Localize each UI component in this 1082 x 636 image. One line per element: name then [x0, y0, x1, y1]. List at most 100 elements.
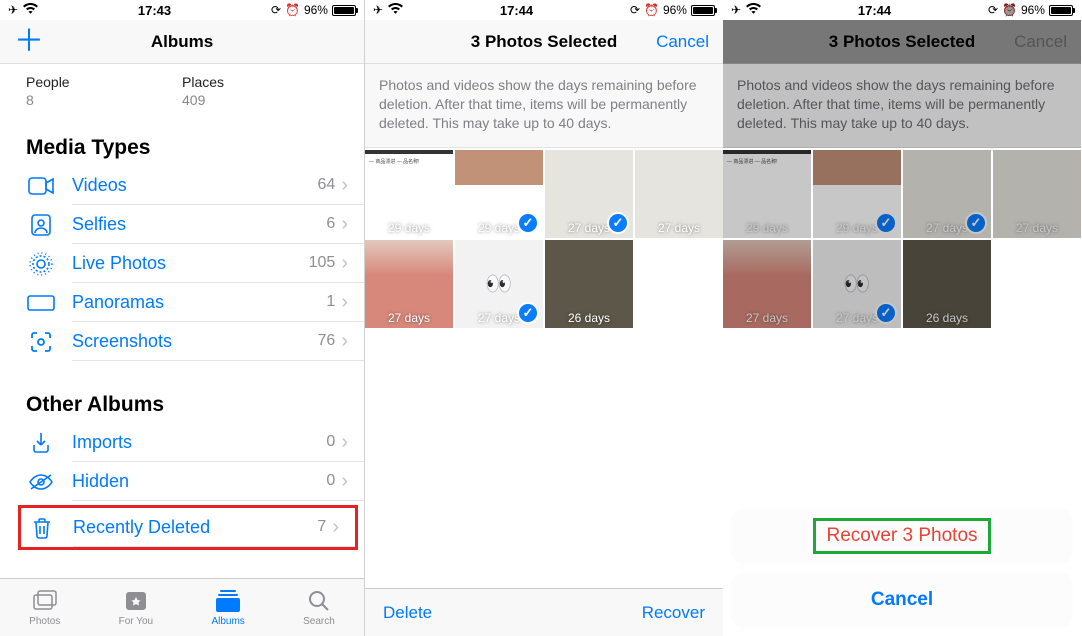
collections-summary: People 8 Places 409 — [0, 64, 364, 122]
list-item[interactable]: Selfies6› — [0, 205, 364, 244]
selected-check-icon — [517, 302, 539, 324]
chevron-right-icon: › — [341, 470, 348, 493]
import-icon — [26, 428, 56, 458]
row-label: Videos — [72, 175, 318, 196]
photo-thumbnail[interactable]: 👀27 days — [455, 240, 543, 328]
list-item[interactable]: Recently Deleted7› — [21, 508, 355, 547]
recover-photos-button[interactable]: Recover 3 Photos — [731, 508, 1073, 564]
media-types-header: Media Types — [0, 122, 364, 166]
places-album[interactable]: Places 409 — [182, 74, 338, 108]
photo-thumbnail[interactable]: 29 days — [813, 150, 901, 238]
wifi-icon — [388, 3, 403, 17]
status-bar: ✈︎ 17:43 ⟳ ⏰ 96% — [0, 0, 364, 20]
delete-button[interactable]: Delete — [383, 603, 432, 623]
chevron-right-icon: › — [341, 252, 348, 275]
highlight-box: Recently Deleted7› — [18, 505, 358, 550]
alarm-icon: ⏰ — [285, 3, 300, 17]
hidden-icon — [26, 467, 56, 497]
photo-thumbnail[interactable]: 27 days — [635, 150, 723, 238]
photo-thumbnail[interactable]: 27 days — [723, 240, 811, 328]
status-time: 17:44 — [500, 3, 533, 18]
chevron-right-icon: › — [341, 431, 348, 454]
cancel-button[interactable]: Cancel — [649, 32, 709, 52]
add-album-button[interactable]: ＋ — [14, 27, 44, 57]
nav-bar: ＋ Albums — [0, 20, 364, 64]
chevron-right-icon: › — [332, 516, 339, 539]
row-label: Live Photos — [72, 253, 309, 274]
row-count: 0 — [326, 433, 335, 451]
photo-thumbnail[interactable]: 27 days — [903, 150, 991, 238]
list-item[interactable]: Hidden0› — [0, 462, 364, 501]
status-time: 17:43 — [138, 3, 171, 18]
recover-button[interactable]: Recover — [642, 603, 705, 623]
photo-thumbnail[interactable]: 27 days — [993, 150, 1081, 238]
selected-check-icon — [607, 212, 629, 234]
list-item[interactable]: Live Photos105› — [0, 244, 364, 283]
media-types-list: Videos64›Selfies6›Live Photos105›Panoram… — [0, 166, 364, 361]
status-bar: ✈︎ 17:44 ⟳ ⏰ 96% — [365, 0, 723, 20]
recently-deleted-panel: ✈︎ 17:44 ⟳ ⏰ 96% 3 Photos Selected Cance… — [365, 0, 723, 636]
sheet-cancel-button[interactable]: Cancel — [731, 572, 1073, 628]
battery-icon — [691, 5, 715, 16]
tab-photos[interactable]: Photos — [29, 589, 60, 627]
page-title: 3 Photos Selected — [439, 32, 649, 52]
photo-thumbnail[interactable]: 👀27 days — [813, 240, 901, 328]
selected-check-icon — [875, 212, 897, 234]
photo-thumbnail[interactable]: — 商品漂进 — 品名称!29 days — [365, 150, 453, 238]
battery-icon — [332, 5, 356, 16]
row-count: 76 — [318, 332, 336, 350]
nav-bar: 3 Photos Selected Cancel — [365, 20, 723, 64]
alarm-icon: ⏰ — [1002, 3, 1017, 17]
tab-foryou[interactable]: For You — [119, 589, 153, 627]
airplane-icon: ✈︎ — [8, 3, 18, 17]
other-albums-header: Other Albums — [0, 379, 364, 423]
list-item[interactable]: Screenshots76 › — [0, 322, 364, 361]
days-remaining-label: 27 days — [635, 221, 723, 235]
deletion-info-banner: Photos and videos show the days remainin… — [365, 64, 723, 148]
photo-thumbnail[interactable]: 26 days — [903, 240, 991, 328]
wifi-icon — [23, 3, 38, 17]
people-album[interactable]: People 8 — [26, 74, 182, 108]
photo-thumbnail[interactable]: 27 days — [365, 240, 453, 328]
list-item[interactable]: Panoramas1› — [0, 283, 364, 322]
wifi-icon — [746, 3, 761, 17]
battery-icon — [1049, 5, 1073, 16]
trash-icon — [27, 513, 57, 543]
bottom-toolbar: Delete Recover — [365, 588, 723, 636]
airplane-icon: ✈︎ — [731, 3, 741, 17]
photo-thumbnail[interactable]: — 商品漂进 — 品名称!29 days — [723, 150, 811, 238]
pano-icon — [26, 288, 56, 318]
page-title: Albums — [44, 32, 320, 52]
chevron-right-icon: › — [341, 330, 348, 353]
albums-panel: ✈︎ 17:43 ⟳ ⏰ 96% ＋ Albums People 8 Place… — [0, 0, 365, 636]
row-label: Screenshots — [72, 331, 318, 352]
row-label: Panoramas — [72, 292, 326, 313]
battery-pct: 96% — [304, 3, 328, 17]
tab-search[interactable]: Search — [303, 589, 335, 627]
live-icon — [26, 249, 56, 279]
tab-albums[interactable]: Albums — [211, 589, 244, 627]
list-item[interactable]: Videos64› — [0, 166, 364, 205]
days-remaining-label: 27 days — [993, 221, 1081, 235]
photo-thumbnail[interactable]: 26 days — [545, 240, 633, 328]
recover-sheet-panel: ✈︎ 17:44 ⟳ ⏰ 96% 3 Photos Selected Cance… — [723, 0, 1081, 636]
deletion-info-banner: Photos and videos show the days remainin… — [723, 64, 1081, 148]
days-remaining-label: 27 days — [723, 311, 811, 325]
page-title: 3 Photos Selected — [797, 32, 1007, 52]
row-count: 64 — [318, 176, 336, 194]
status-bar: ✈︎ 17:44 ⟳ ⏰ 96% — [723, 0, 1081, 20]
photo-thumbnail[interactable]: 29 days — [455, 150, 543, 238]
row-count: 1 — [326, 293, 335, 311]
photo-grid: — 商品漂进 — 品名称!29 days29 days27 days27 day… — [365, 148, 723, 330]
selected-check-icon — [517, 212, 539, 234]
alarm-icon: ⏰ — [644, 3, 659, 17]
chevron-right-icon: › — [341, 213, 348, 236]
list-item[interactable]: Imports0› — [0, 423, 364, 462]
row-count: 7 — [317, 518, 326, 536]
nav-bar: 3 Photos Selected Cancel — [723, 20, 1081, 64]
days-remaining-label: 27 days — [365, 311, 453, 325]
orientation-lock-icon: ⟳ — [630, 3, 640, 17]
row-count: 0 — [326, 472, 335, 490]
cancel-button: Cancel — [1007, 32, 1067, 52]
photo-thumbnail[interactable]: 27 days — [545, 150, 633, 238]
